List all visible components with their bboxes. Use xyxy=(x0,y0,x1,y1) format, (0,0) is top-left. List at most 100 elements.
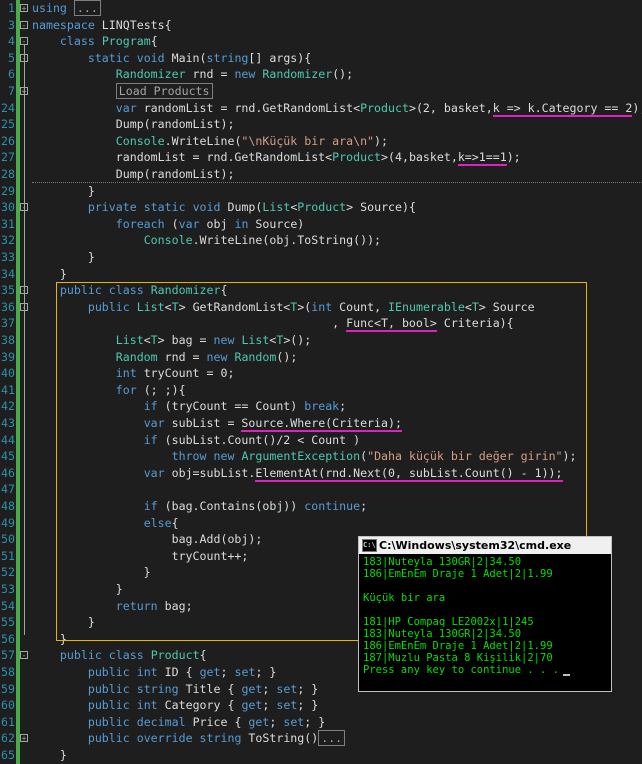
change-marker xyxy=(16,315,20,333)
code-token: Product xyxy=(150,648,200,663)
code-line[interactable]: public string Title { get; set; } xyxy=(32,681,318,697)
collapse-icon[interactable]: - xyxy=(20,651,28,660)
code-line[interactable]: } xyxy=(32,249,95,265)
code-line[interactable]: static void Main(string[] args){ xyxy=(32,50,311,66)
change-marker xyxy=(16,116,20,134)
console-window[interactable]: C:\ C:\Windows\system32\cmd.exe 183|Nute… xyxy=(358,536,612,692)
change-marker xyxy=(16,597,20,615)
code-line[interactable]: Dump(randomList); xyxy=(32,166,235,182)
code-token: ; } xyxy=(297,681,319,696)
code-token: LINQTests{ xyxy=(94,17,172,32)
code-token: } xyxy=(32,748,67,762)
line-number: 65 xyxy=(1,748,15,762)
code-line[interactable]: } xyxy=(32,183,95,199)
console-caret xyxy=(562,674,570,676)
code-token: > Source){ xyxy=(346,200,416,215)
change-marker xyxy=(16,215,20,233)
line-number: 36 xyxy=(1,299,15,314)
change-marker xyxy=(16,149,20,167)
change-marker xyxy=(16,348,20,366)
expand-icon[interactable]: + xyxy=(20,734,28,743)
change-marker xyxy=(16,265,20,283)
code-line[interactable]: randomList = rnd.GetRandomList<Product>(… xyxy=(32,149,521,167)
code-line[interactable]: public class Product{ xyxy=(32,647,207,663)
change-marker xyxy=(16,332,20,349)
code-line[interactable]: namespace LINQTests{ xyxy=(32,17,172,33)
collapse-icon[interactable]: - xyxy=(20,20,28,29)
console-line: Küçük bir ara xyxy=(363,592,446,604)
line-number: 61 xyxy=(1,714,15,729)
code-token: ; xyxy=(262,698,277,713)
code-line[interactable]: Console.WriteLine("\nKüçük bir ara\n"); xyxy=(32,133,388,149)
line-number: 5 xyxy=(8,50,15,65)
line-number: 32 xyxy=(1,233,15,248)
line-number: 62 xyxy=(1,731,15,746)
code-line[interactable]: public int Category { get; set; } xyxy=(32,697,318,713)
code-line[interactable]: class Program{ xyxy=(32,33,158,49)
console-line: 187|Muzlu Pasta 8 Kişilik|2|70 xyxy=(363,652,553,664)
expand-icon[interactable]: + xyxy=(20,4,28,13)
line-number: 30 xyxy=(1,200,15,215)
collapsed-region[interactable]: Load Products xyxy=(115,83,213,99)
line-number: 56 xyxy=(1,631,15,646)
code-token: int xyxy=(136,698,158,713)
code-token: void xyxy=(192,200,221,215)
code-line[interactable]: private static void Dump(List<Product> S… xyxy=(32,199,416,215)
code-line[interactable]: using ... xyxy=(32,0,101,16)
code-token: Dump( xyxy=(220,200,263,215)
code-token: ); xyxy=(506,150,521,165)
code-line[interactable]: Load Products xyxy=(32,83,213,99)
code-line[interactable]: public int ID { get; set; } xyxy=(32,664,277,680)
code-token: public xyxy=(87,681,130,696)
line-number: 24 xyxy=(1,100,15,115)
line-number: 47 xyxy=(1,482,15,497)
console-title: C:\Windows\system32\cmd.exe xyxy=(379,539,572,552)
change-marker xyxy=(16,481,20,499)
change-marker xyxy=(16,713,20,731)
code-token: [] args){ xyxy=(248,50,312,65)
code-token: string xyxy=(136,681,179,696)
code-line[interactable]: } xyxy=(32,266,67,282)
code-line[interactable]: Dump(randomList); xyxy=(32,116,235,132)
code-token: public xyxy=(87,698,130,713)
code-line[interactable]: Console.WriteLine(obj.ToString()); xyxy=(32,232,381,248)
code-token: rnd = xyxy=(185,67,235,82)
line-number: 28 xyxy=(1,167,15,181)
code-line[interactable]: } xyxy=(32,747,67,763)
code-token: string xyxy=(206,50,249,65)
line-number: 34 xyxy=(1,266,15,281)
fold-guide xyxy=(24,211,25,237)
code-line[interactable]: foreach (var obj in Source) xyxy=(32,216,305,232)
change-marker xyxy=(16,547,20,565)
line-number: 44 xyxy=(1,432,15,447)
collapsed-region[interactable]: ... xyxy=(73,0,101,16)
change-marker xyxy=(16,132,20,150)
code-token: get xyxy=(241,698,263,713)
collapse-icon[interactable]: - xyxy=(20,37,28,46)
collapsed-region[interactable]: ... xyxy=(318,730,346,747)
underlined-code: k=>1==1 xyxy=(457,150,507,167)
code-line[interactable]: public override string ToString()... xyxy=(32,730,346,747)
line-number: 6 xyxy=(8,67,15,82)
code-line[interactable]: var randomList = rnd.GetRandomList<Produ… xyxy=(32,100,642,117)
code-token: ); xyxy=(632,100,642,115)
console-title-bar[interactable]: C:\ C:\Windows\system32\cmd.exe xyxy=(359,537,611,554)
code-line[interactable]: public decimal Price { get; set; } xyxy=(32,714,325,730)
line-number: 48 xyxy=(1,499,15,513)
code-line[interactable]: Randomizer rnd = new Randomizer(); xyxy=(32,66,353,82)
code-token: Console xyxy=(143,233,193,248)
line-number: 54 xyxy=(1,598,15,613)
